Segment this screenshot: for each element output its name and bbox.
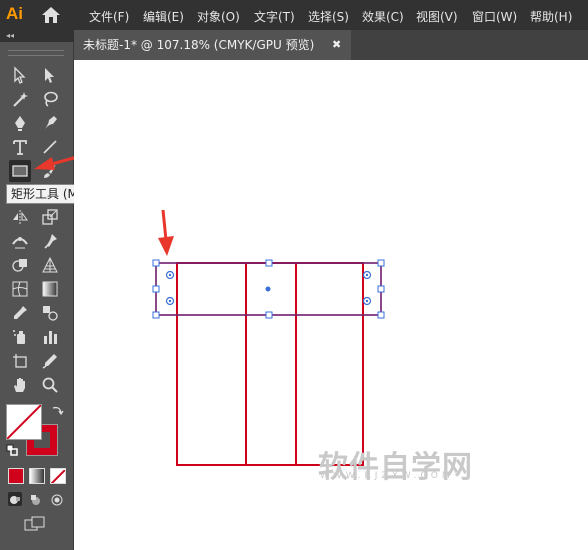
draw-behind-icon[interactable] [29, 492, 43, 506]
close-icon[interactable]: ✖ [332, 30, 341, 60]
pen-icon[interactable] [9, 112, 31, 134]
column-graph-icon[interactable] [39, 326, 61, 348]
rectangle-icon[interactable] [9, 160, 31, 182]
watermark-url: WWW.RJZXW.COM [320, 471, 454, 481]
home-icon[interactable] [40, 6, 62, 24]
menu-edit[interactable]: 编辑(E) [143, 8, 184, 25]
type-icon[interactable] [9, 136, 31, 158]
gradient-mode-button[interactable] [29, 468, 45, 484]
screen-mode-icon[interactable] [24, 516, 46, 532]
pointer-arrow-canvas [158, 209, 174, 256]
fill-swatch[interactable] [6, 404, 42, 440]
line-segment-icon[interactable] [39, 136, 61, 158]
red-rectangle [176, 262, 364, 466]
collapse-icon[interactable]: ◂◂ [6, 30, 14, 42]
symbol-sprayer-icon[interactable] [9, 326, 31, 348]
menu-select[interactable]: 选择(S) [308, 8, 349, 25]
none-mode-button[interactable] [50, 468, 66, 484]
color-mode-button[interactable] [8, 468, 24, 484]
menu-view[interactable]: 视图(V) [416, 8, 458, 25]
paintbrush-icon[interactable] [39, 160, 61, 182]
magic-wand-icon[interactable] [9, 88, 31, 110]
selection-icon[interactable] [9, 64, 31, 86]
menu-object[interactable]: 对象(O) [197, 8, 240, 25]
direct-selection-icon[interactable] [39, 64, 61, 86]
puppet-warp-icon[interactable] [39, 230, 61, 252]
hand-icon[interactable] [9, 374, 31, 396]
menu-file[interactable]: 文件(F) [89, 8, 129, 25]
gradient-icon[interactable] [39, 278, 61, 300]
document-tab-title: 未标题-1* @ 107.18% (CMYK/GPU 预览) [83, 38, 315, 52]
swap-fill-stroke-icon[interactable] [50, 404, 64, 418]
toolbar-grip[interactable] [8, 50, 64, 56]
default-fill-stroke-icon[interactable] [6, 444, 18, 456]
slice-icon[interactable] [39, 350, 61, 372]
artboard-canvas[interactable]: 软件自学网 WWW.RJZXW.COM [74, 60, 588, 550]
center-point [265, 286, 271, 292]
menu-effect[interactable]: 效果(C) [362, 8, 404, 25]
shape-builder-icon[interactable] [9, 254, 31, 276]
blend-icon[interactable] [39, 302, 61, 324]
mesh-icon[interactable] [9, 278, 31, 300]
document-tab[interactable]: 未标题-1* @ 107.18% (CMYK/GPU 预览) ✖ [74, 30, 351, 60]
menu-bar: Ai 文件(F) 编辑(E) 对象(O) 文字(T) 选择(S) 效果(C) 视… [0, 0, 588, 30]
menu-window[interactable]: 窗口(W) [472, 8, 517, 25]
reflect-icon[interactable] [9, 206, 31, 228]
perspective-grid-icon[interactable] [39, 254, 61, 276]
menu-help[interactable]: 帮助(H) [530, 8, 572, 25]
draw-normal-icon[interactable] [8, 492, 22, 506]
curvature-icon[interactable] [39, 112, 61, 134]
artboard-icon[interactable] [9, 350, 31, 372]
app-logo: Ai [6, 4, 23, 23]
scale-icon[interactable] [39, 206, 61, 228]
lasso-icon[interactable] [39, 88, 61, 110]
zoom-icon[interactable] [39, 374, 61, 396]
width-icon[interactable] [9, 230, 31, 252]
draw-inside-icon[interactable] [50, 492, 64, 506]
menu-type[interactable]: 文字(T) [254, 8, 295, 25]
eyedropper-icon[interactable] [9, 302, 31, 324]
